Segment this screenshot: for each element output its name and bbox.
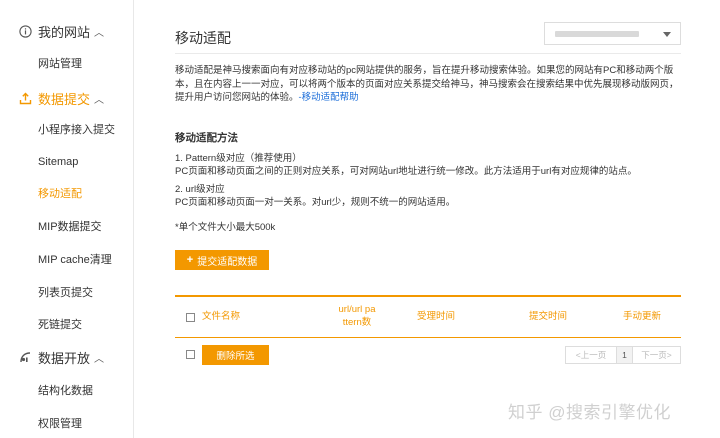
chevron-up-icon: ︿	[94, 94, 105, 106]
sidebar-item-mip-submit[interactable]: MIP数据提交	[38, 219, 102, 235]
select-all-checkbox[interactable]	[186, 313, 195, 322]
description: 移动适配是神马搜索面向有对应移动站的pc网站提供的服务，旨在提升移动搜索体验。如…	[175, 64, 685, 105]
col-header-submit-time: 提交时间	[529, 311, 568, 322]
pager-next-button[interactable]: 下一页>	[632, 346, 681, 364]
plus-icon: +	[186, 254, 194, 266]
site-select-placeholder	[555, 31, 639, 37]
upload-icon	[18, 91, 32, 105]
sidebar-item-mobile-adapt[interactable]: 移动适配	[38, 186, 82, 202]
sidebar: 我的网站 ︿ 网站管理 数据提交 ︿ 小程序接入提交 Sitemap 移动适配 …	[0, 0, 134, 438]
help-link[interactable]: -移动适配帮助	[299, 92, 359, 103]
delete-selected-button[interactable]: 删除所选	[202, 345, 269, 365]
watermark: 知乎 @搜索引擎优化	[508, 403, 671, 422]
sidebar-item-list-page[interactable]: 列表页提交	[38, 285, 93, 301]
sidebar-item-site-management[interactable]: 网站管理	[38, 56, 82, 72]
main-content: 移动适配 移动适配是神马搜索面向有对应移动站的pc网站提供的服务，旨在提升移动搜…	[134, 0, 720, 438]
sidebar-section-data-submit[interactable]: 数据提交 ︿	[18, 88, 104, 108]
method2-desc: PC页面和移动页面一对一关系。对url少，规则不统一的网站适用。	[175, 197, 456, 208]
sidebar-item-sitemap[interactable]: Sitemap	[38, 154, 78, 170]
sidebar-item-mip-cache[interactable]: MIP cache清理	[38, 252, 112, 268]
submit-data-button[interactable]: + 提交适配数据	[175, 250, 269, 270]
col-header-url-count-line1: url/url pa	[338, 304, 376, 315]
size-note: *单个文件大小最大500k	[175, 222, 276, 233]
site-select[interactable]	[544, 22, 681, 45]
pager-current-page[interactable]: 1	[616, 346, 633, 364]
sidebar-item-dead-link[interactable]: 死链提交	[38, 317, 82, 333]
row-select-checkbox[interactable]	[186, 350, 195, 359]
sidebar-section-label: 数据开放	[38, 350, 91, 366]
col-header-manual-update: 手动更新	[623, 311, 662, 322]
info-circle-icon	[18, 24, 32, 38]
sidebar-section-label: 数据提交	[38, 91, 91, 107]
table-header-top-border	[175, 295, 681, 297]
sidebar-item-structured-data[interactable]: 结构化数据	[38, 383, 93, 399]
method1-title: 1. Pattern级对应（推荐使用）	[175, 153, 302, 164]
sidebar-section-label: 我的网站	[38, 24, 91, 40]
chart-icon	[18, 350, 32, 364]
sidebar-item-miniprogram[interactable]: 小程序接入提交	[38, 122, 115, 138]
title-divider	[175, 53, 681, 54]
pager-prev-button[interactable]: <上一页	[565, 346, 617, 364]
description-text: 移动适配是神马搜索面向有对应移动站的pc网站提供的服务，旨在提升移动搜索体验。如…	[175, 65, 679, 103]
col-header-url-count-line2: ttern数	[342, 317, 372, 328]
col-header-filename: 文件名称	[202, 311, 241, 322]
sidebar-section-data-open[interactable]: 数据开放 ︿	[18, 347, 104, 367]
method1-desc: PC页面和移动页面之间的正则对应关系，可对网站url地址进行统一修改。此方法适用…	[175, 166, 637, 177]
page-title: 移动适配	[175, 30, 231, 46]
method2-title: 2. url级对应	[175, 184, 225, 195]
method-title: 移动适配方法	[175, 132, 238, 144]
chevron-up-icon: ︿	[94, 27, 105, 39]
submit-data-label: 提交适配数据	[197, 256, 258, 268]
caret-down-icon	[663, 32, 671, 37]
col-header-url-count: url/url pa ttern数	[330, 303, 384, 329]
table-header-bottom-border	[175, 337, 681, 338]
sidebar-item-permissions[interactable]: 权限管理	[38, 416, 82, 432]
col-header-accept-time: 受理时间	[417, 311, 456, 322]
chevron-up-icon: ︿	[94, 353, 105, 365]
sidebar-section-my-site[interactable]: 我的网站 ︿	[18, 21, 104, 41]
